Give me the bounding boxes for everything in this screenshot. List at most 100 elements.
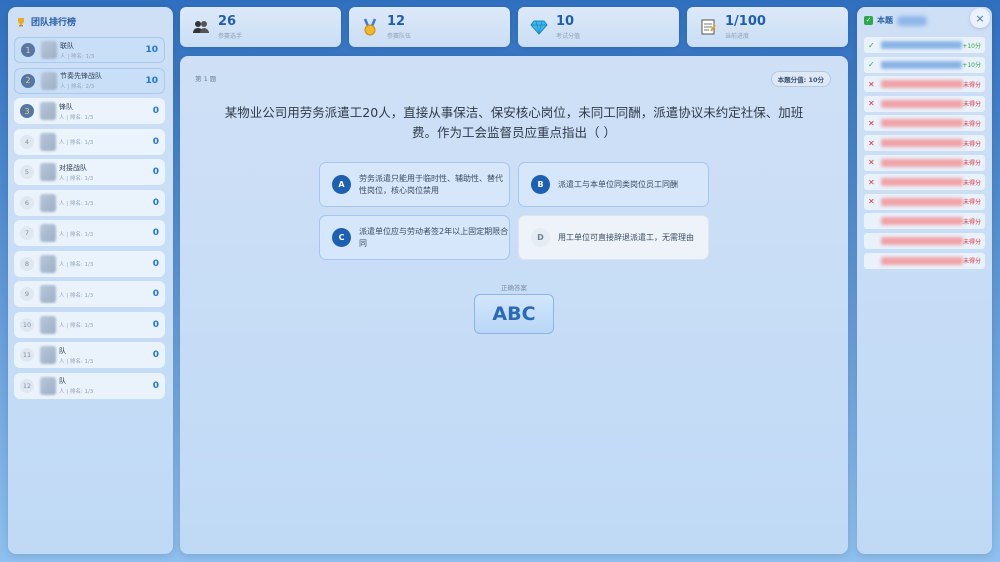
rank-badge: 5: [20, 165, 34, 179]
record-result: 未得分: [962, 81, 981, 89]
stat-label: 当前进度: [725, 32, 750, 40]
team-row[interactable]: 2 节奏先锋战队人 | 排名: 2/3 10: [14, 67, 165, 94]
team-sub: 人 | 排名: 1/3: [59, 292, 94, 299]
rank-badge: 10: [20, 317, 34, 332]
rank-badge: 3: [20, 104, 34, 118]
record-row: ✕ 未得分: [864, 193, 985, 210]
record-result: 未得分: [962, 120, 981, 128]
option-c[interactable]: C 派遣单位应与劳动者签2年以上固定期限合同: [319, 215, 510, 260]
team-score: 0: [152, 136, 159, 147]
team-avatar: [40, 163, 56, 181]
team-info: 队人 | 排名: 1/3: [59, 346, 153, 365]
team-row[interactable]: 1 联队人 | 排名: 1/3 10: [14, 37, 165, 63]
team-score: 10: [145, 75, 158, 86]
trophy-icon: [18, 17, 24, 26]
team-score: 0: [152, 228, 159, 238]
team-row[interactable]: 5 对接战队人 | 排名: 1/3 0: [14, 159, 165, 185]
question-text: 某物业公司用劳务派遣工20人，直接从事保洁、保安核心岗位，未同工同酬，派遣协议未…: [224, 105, 804, 140]
team-score: 0: [152, 197, 159, 208]
team-score: 0: [152, 167, 159, 177]
team-avatar: [40, 193, 56, 212]
team-info: 人 | 排名: 1/3: [59, 290, 153, 299]
record-result: 未得分: [962, 238, 981, 246]
team-avatar: [40, 102, 56, 120]
leaderboard-header: 团队排行榜: [8, 7, 173, 32]
check-icon: ✓: [864, 16, 873, 25]
team-row[interactable]: 11 队人 | 排名: 1/3 0: [14, 342, 165, 368]
team-avatar: [41, 41, 57, 59]
team-row[interactable]: 8 人 | 排名: 1/3 0: [14, 250, 165, 277]
team-avatar: [40, 315, 56, 334]
stat-value: 1/100: [725, 13, 766, 29]
record-row: 未得分: [864, 233, 985, 249]
record-result: 未得分: [962, 101, 981, 109]
team-row[interactable]: 10 人 | 排名: 1/3 0: [14, 311, 165, 338]
team-info: 联队人 | 排名: 1/3: [60, 41, 145, 60]
team-row[interactable]: 3 锋队人 | 排名: 1/3 0: [14, 98, 165, 124]
people-icon: [193, 21, 209, 33]
team-sub: 人 | 排名: 1/3: [59, 358, 94, 365]
record-row: ✕ 未得分: [864, 95, 985, 112]
record-result: 未得分: [962, 258, 981, 266]
team-sub: 人 | 排名: 1/3: [59, 323, 94, 329]
team-info: 人 | 排名: 1/3: [59, 198, 153, 207]
option-a[interactable]: A 劳务派遣只能用于临时性、辅助性、替代性岗位，核心岗位禁用: [319, 162, 510, 207]
team-score: 0: [152, 350, 159, 360]
option-letter: C: [332, 228, 351, 247]
stat-value: 10: [556, 13, 575, 29]
team-avatar: [40, 376, 56, 395]
cross-icon: ✕: [868, 197, 875, 207]
team-sub: 人 | 排名: 1/3: [59, 175, 94, 182]
team-avatar: [40, 224, 56, 242]
team-avatar: [40, 132, 56, 151]
record-row: 未得分: [864, 213, 985, 230]
question-panel: 第 1 题 本题分值: 10分 某物业公司用劳务派遣工20人，直接从事保洁、保安…: [180, 56, 848, 554]
check-icon: ✓: [868, 40, 875, 50]
cross-icon: ✕: [868, 79, 875, 89]
blurred-name: [881, 80, 963, 89]
team-sub: 人 | 排名: 1/3: [59, 262, 94, 268]
team-row[interactable]: 12 队人 | 排名: 1/3 0: [14, 372, 165, 399]
blurred-name: [881, 197, 963, 206]
team-sub: 人 | 排名: 1/3: [59, 389, 94, 395]
option-text: 派遣单位应与劳动者签2年以上固定期限合同: [359, 226, 509, 248]
record-result: 未得分: [962, 218, 981, 226]
blurred-name: [881, 60, 963, 69]
question-number: 第 1 题: [195, 75, 217, 83]
team-score: 0: [152, 289, 159, 299]
team-row[interactable]: 7 人 | 排名: 1/3 0: [14, 220, 165, 246]
record-row: ✕ 未得分: [864, 174, 985, 191]
team-info: 队人 | 排名: 1/3: [59, 376, 153, 395]
team-row[interactable]: 9 人 | 排名: 1/3 0: [14, 281, 165, 307]
team-avatar: [40, 254, 56, 273]
team-row[interactable]: 4 人 | 排名: 1/3 0: [14, 128, 165, 155]
record-row: ✕ 未得分: [864, 154, 985, 171]
correct-answer: ABC: [474, 294, 554, 334]
option-text: 派遣工与本单位同类岗位员工同酬: [558, 179, 678, 189]
option-d[interactable]: D 用工单位可直接辞退派遣工，无需理由: [518, 215, 709, 260]
team-name: 队: [59, 346, 66, 355]
stat-label: 参赛选手: [218, 32, 243, 40]
team-avatar: [40, 285, 56, 303]
rank-badge: 12: [20, 378, 34, 393]
team-info: 对接战队人 | 排名: 1/3: [59, 163, 153, 182]
team-row[interactable]: 6 人 | 排名: 1/3 0: [14, 189, 165, 216]
team-name: 锋队: [59, 102, 73, 111]
team-info: 人 | 排名: 1/3: [59, 259, 153, 268]
record-row: ✕ 未得分: [864, 115, 985, 132]
rank-badge: 2: [21, 73, 35, 88]
rank-badge: 11: [20, 348, 34, 362]
team-score: 0: [152, 319, 159, 330]
rank-badge: 4: [20, 134, 34, 149]
team-score: 0: [152, 380, 159, 391]
option-b[interactable]: B 派遣工与本单位同类岗位员工同酬: [518, 162, 709, 207]
blurred-name: [881, 158, 963, 167]
team-leaderboard-panel: 团队排行榜 1 联队人 | 排名: 1/3 10 2 节奏先锋战队人 | 排名: 2/3…: [8, 7, 173, 554]
team-name: 对接战队: [59, 163, 87, 172]
team-sub: 人 | 排名: 1/3: [60, 53, 95, 60]
blurred-name: [881, 256, 963, 265]
record-result: 未得分: [962, 179, 981, 187]
close-button[interactable]: ×: [970, 8, 990, 28]
team-sub: 人 | 排名: 1/3: [59, 114, 94, 121]
team-score: 10: [145, 45, 158, 55]
